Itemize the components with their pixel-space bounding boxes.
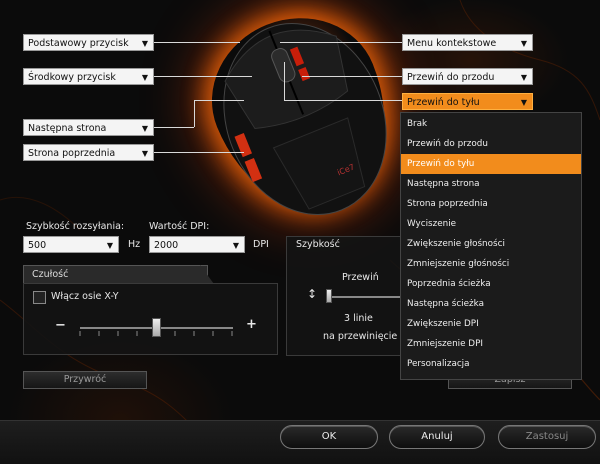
chevron-down-icon: ▼ [106,241,113,250]
scroll-title: Przewiń [342,272,379,283]
ok-button-label: OK [321,431,337,442]
connector-line [284,100,402,101]
menu-item[interactable]: Zwiększenie DPI [401,314,581,334]
select-value: Następna strona [28,123,107,134]
menu-item[interactable]: Zmniejszenie głośności [401,254,581,274]
sensitivity-plus-icon[interactable]: + [246,317,257,332]
select-value: Podstawowy przycisk [28,38,129,49]
right-button-select[interactable]: Menu kontekstowe ▼ [402,34,533,51]
chevron-down-icon: ▼ [520,73,527,82]
scroll-value-line1: 3 linie [344,313,373,324]
dpi-select[interactable]: 2000 ▼ [149,236,245,253]
connector-line [194,100,244,101]
polling-rate-select[interactable]: 500 ▼ [23,236,119,253]
cancel-button-label: Anuluj [421,431,453,442]
select-value: Przewiń do tyłu [407,97,480,108]
sensitivity-minus-icon[interactable]: − [55,318,66,333]
action-dropdown-menu: Brak Przewiń do przodu Przewiń do tyłu Nast… [400,112,582,380]
menu-list: Brak Przewiń do przodu Przewiń do tyłu Nast… [401,113,581,374]
forward-button-select[interactable]: Przewiń do przodu ▼ [402,68,533,85]
connector-line [154,76,252,77]
connector-line [154,152,244,153]
menu-item[interactable]: Przewiń do tyłu [401,154,581,174]
menu-item[interactable]: Przewiń do przodu [401,134,581,154]
scroll-slider-thumb[interactable] [326,289,332,303]
chevron-down-icon: ▼ [520,39,527,48]
scroll-value-line2: na przewinięcie [323,331,398,342]
xy-axes-label: Włącz osie X-Y [51,291,119,302]
tab-corner [200,265,214,284]
restore-button[interactable]: Przywróć [23,371,147,389]
connector-line [154,127,194,128]
polling-rate-unit: Hz [128,239,141,250]
scroll-slider-track[interactable] [328,296,402,298]
ok-button[interactable]: OK [280,425,378,449]
dpi-unit: DPI [253,239,269,250]
chevron-down-icon: ▼ [141,39,148,48]
middle-button-select[interactable]: Środkowy przycisk ▼ [23,68,154,85]
menu-item[interactable]: Poprzednia ścieżka [401,274,581,294]
chevron-down-icon: ▼ [141,124,148,133]
connector-line [284,62,285,101]
select-value: Przewiń do przodu [407,72,495,83]
chevron-down-icon: ▼ [141,73,148,82]
chevron-down-icon: ▼ [520,98,527,107]
vertical-scroll-icon: ↕ [307,287,318,301]
connector-line [154,42,240,43]
connector-line [280,42,402,43]
menu-item[interactable]: Zwiększenie głośności [401,234,581,254]
select-value: 2000 [154,240,179,251]
chevron-down-icon: ▼ [232,241,239,250]
menu-item[interactable]: Wyciszenie [401,214,581,234]
restore-button-label: Przywróć [63,374,107,385]
select-value: 500 [28,240,47,251]
previous-page-button-select[interactable]: Strona poprzednia ▼ [23,144,154,161]
primary-button-select[interactable]: Podstawowy przycisk ▼ [23,34,154,51]
menu-item[interactable]: Personalizacja [401,354,581,374]
xy-axes-checkbox[interactable] [33,291,46,304]
apply-button[interactable]: Zastosuj [498,425,596,449]
connector-line [302,76,402,77]
sensitivity-slider-thumb[interactable] [152,318,161,337]
apply-button-label: Zastosuj [525,431,569,442]
tab-sensitivity[interactable]: Czułość [23,265,208,284]
menu-item[interactable]: Następna ścieżka [401,294,581,314]
select-value: Strona poprzednia [28,148,116,159]
cancel-button[interactable]: Anuluj [389,425,485,449]
tab-label: Czułość [32,269,69,280]
menu-item[interactable]: Następna strona [401,174,581,194]
menu-item[interactable]: Brak [401,114,581,134]
select-value: Środkowy przycisk [28,72,116,83]
dpi-label: Wartość DPI: [149,221,210,232]
connector-line [194,100,195,127]
speed-tab-label: Szybkość [296,239,340,250]
back-button-select[interactable]: Przewiń do tyłu ▼ [402,93,533,110]
select-value: Menu kontekstowe [407,38,497,49]
polling-rate-label: Szybkość rozsyłania: [26,221,125,232]
chevron-down-icon: ▼ [141,149,148,158]
next-page-button-select[interactable]: Następna strona ▼ [23,119,154,136]
gaming-mouse-image: iCe7 [223,23,387,215]
menu-item[interactable]: Zmniejszenie DPI [401,334,581,354]
menu-item[interactable]: Strona poprzednia [401,194,581,214]
